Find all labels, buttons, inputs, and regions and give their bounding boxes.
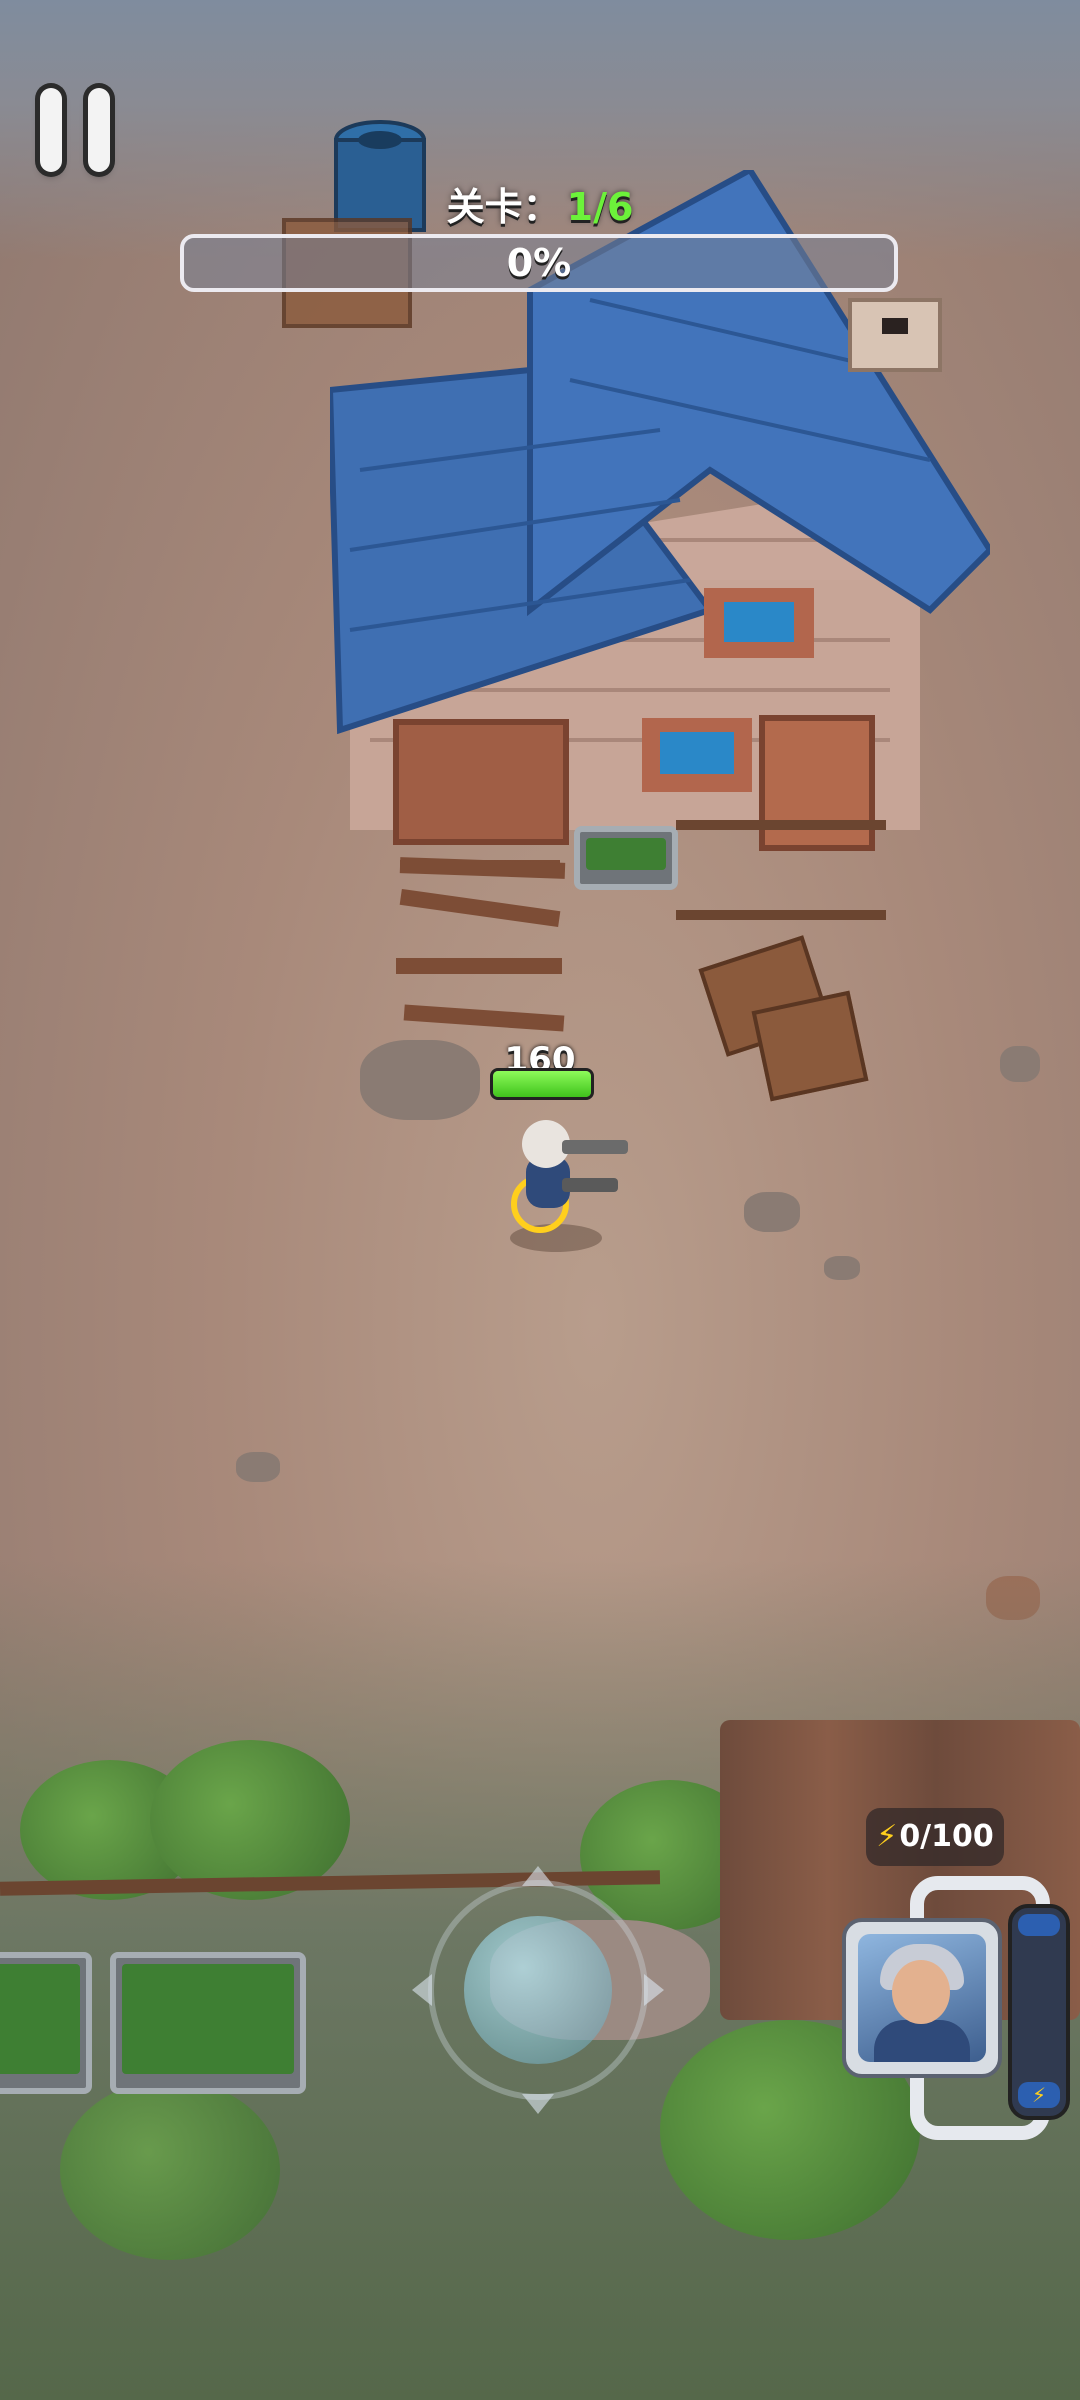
level-progress-bar: 0% xyxy=(180,234,898,292)
virtual-joystick[interactable] xyxy=(412,1866,664,2114)
player-health-bar xyxy=(490,1068,594,1100)
rock xyxy=(744,1192,800,1232)
pause-icon-bar xyxy=(88,88,110,172)
level-indicator: 关卡： 1/6 xyxy=(0,176,1080,231)
player-health-fill xyxy=(493,1071,591,1097)
lightning-icon: ⚡ xyxy=(1018,2082,1060,2108)
level-label: 关卡： xyxy=(446,185,561,229)
planter xyxy=(574,826,678,890)
energy-counter: ⚡0/100 xyxy=(866,1808,1004,1866)
rock xyxy=(236,1452,280,1482)
pause-button[interactable] xyxy=(30,82,116,182)
joystick-knob[interactable] xyxy=(464,1916,612,2064)
rock xyxy=(824,1256,860,1280)
hero-portrait xyxy=(858,1934,986,2062)
lightning-icon: ⚡ xyxy=(876,1819,898,1854)
energy-text: 0/100 xyxy=(899,1819,994,1854)
hero-skill-button[interactable] xyxy=(842,1918,1002,2078)
game-scene[interactable]: 160 关卡： 1/6 0% ⚡0/100 ⚡ xyxy=(0,0,1080,2400)
player-character xyxy=(510,1120,628,1252)
pause-icon xyxy=(40,88,62,172)
planter xyxy=(110,1952,306,2094)
energy-meter: ⚡ xyxy=(1008,1904,1070,2120)
fence xyxy=(676,820,886,920)
level-progress-text: 0% xyxy=(506,241,572,285)
rock xyxy=(1000,1046,1040,1082)
plank xyxy=(403,1004,565,1032)
arrow-right-icon xyxy=(644,1974,680,2006)
bush xyxy=(60,2080,280,2260)
arrow-down-icon xyxy=(522,2094,554,2130)
plank xyxy=(396,958,562,974)
plank xyxy=(399,888,561,928)
arrow-left-icon xyxy=(396,1974,432,2006)
energy-meter-cap xyxy=(1018,1914,1060,1936)
level-value: 1/6 xyxy=(566,185,634,229)
arrow-up-icon xyxy=(522,1850,554,1886)
crate xyxy=(751,990,869,1102)
planter xyxy=(0,1952,92,2094)
rock xyxy=(360,1040,480,1120)
